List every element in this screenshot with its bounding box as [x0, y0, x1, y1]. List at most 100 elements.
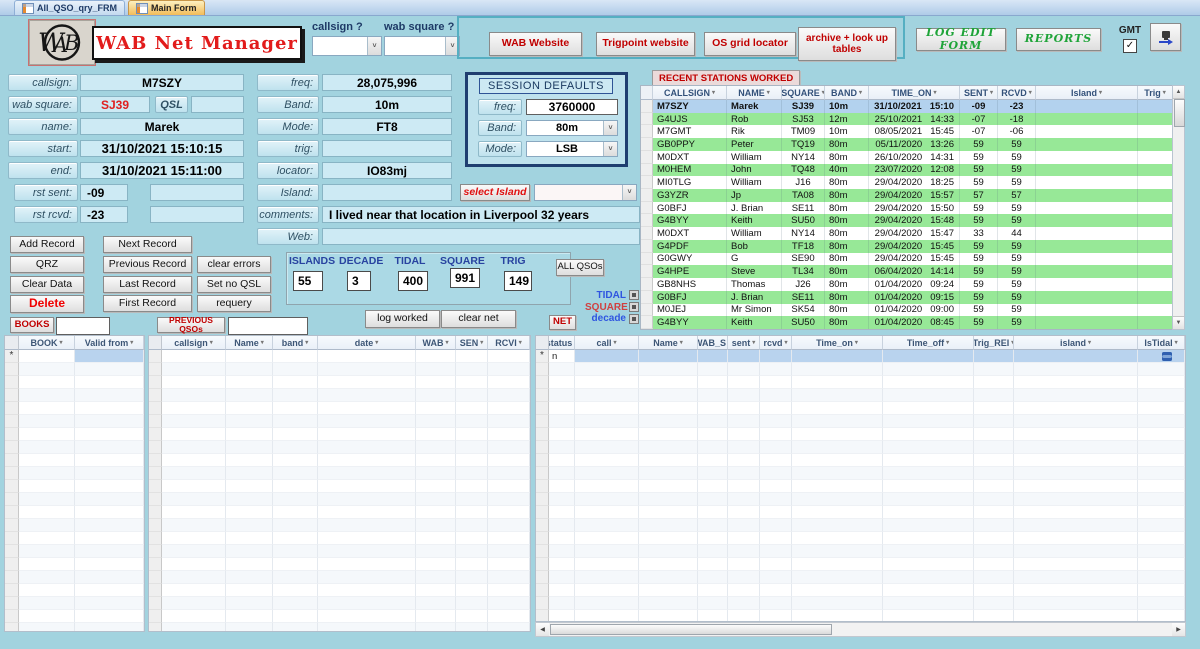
- istidal-checkbox[interactable]: [1162, 352, 1172, 361]
- web-field[interactable]: [322, 228, 640, 245]
- sheet-row[interactable]: [149, 519, 530, 532]
- row-selector[interactable]: [5, 623, 19, 632]
- sheet-row[interactable]: [149, 441, 530, 454]
- column-header[interactable]: band▾: [273, 336, 318, 350]
- row-selector[interactable]: [641, 291, 653, 304]
- recent-column-header[interactable]: TIME_ON▾: [869, 86, 960, 100]
- row-selector[interactable]: [641, 138, 653, 151]
- column-header[interactable]: Valid from▾: [75, 336, 144, 350]
- archive-lookup-tables-button[interactable]: archive + look up tables: [798, 27, 896, 61]
- sheet-row[interactable]: [149, 545, 530, 558]
- row-selector[interactable]: [5, 506, 19, 519]
- filter-arrow-icon[interactable]: ▾: [934, 89, 937, 96]
- qrz-button[interactable]: QRZ: [10, 256, 84, 273]
- column-header[interactable]: SEN▾: [456, 336, 488, 350]
- recent-table-row[interactable]: G4PDFBobTF1880m29/04/202015:455959: [641, 240, 1173, 253]
- row-selector[interactable]: [5, 415, 19, 428]
- row-selector[interactable]: [536, 376, 549, 389]
- filter-arrow-icon[interactable]: ▾: [859, 89, 862, 96]
- row-selector[interactable]: [536, 363, 549, 376]
- sheet-row[interactable]: [5, 623, 144, 632]
- sheet-row[interactable]: [5, 545, 144, 558]
- column-header[interactable]: date▾: [318, 336, 416, 350]
- callsign-field[interactable]: M7SZY: [80, 74, 244, 91]
- sheet-row[interactable]: [149, 610, 530, 623]
- filter-arrow-icon[interactable]: ▾: [519, 339, 522, 346]
- last-record-button[interactable]: Last Record: [103, 276, 192, 293]
- previous-record-button[interactable]: Previous Record: [103, 256, 192, 273]
- net-horizontal-scrollbar[interactable]: ◀ ▶: [535, 622, 1186, 637]
- row-selector[interactable]: [536, 454, 549, 467]
- trigpoint-website-button[interactable]: Trigpoint website: [596, 32, 695, 56]
- books-button[interactable]: BOOKS: [10, 317, 54, 333]
- row-selector[interactable]: [149, 415, 162, 428]
- recent-table-row[interactable]: G4HPESteveTL3480m06/04/202014:145959: [641, 265, 1173, 278]
- filter-arrow-icon[interactable]: ▾: [305, 339, 308, 346]
- column-header[interactable]: Trig_REI▾: [974, 336, 1014, 350]
- sheet-row[interactable]: [536, 519, 1185, 532]
- recent-table-row[interactable]: M0JEJMr SimonSK5480m01/04/202009:005959: [641, 304, 1173, 317]
- row-selector[interactable]: [641, 125, 653, 138]
- row-selector[interactable]: [5, 402, 19, 415]
- name-field[interactable]: Marek: [80, 118, 244, 135]
- sheet-row[interactable]: [5, 428, 144, 441]
- sheet-row[interactable]: [5, 532, 144, 545]
- sheet-row[interactable]: [149, 506, 530, 519]
- scroll-up-icon[interactable]: ▲: [1173, 86, 1184, 99]
- recent-table-row[interactable]: G4UJSRobSJ5312m25/10/202114:33-07-18: [641, 113, 1173, 126]
- mode-field[interactable]: FT8: [322, 118, 452, 135]
- sheet-row[interactable]: [536, 532, 1185, 545]
- island-combo[interactable]: ˅: [534, 184, 637, 201]
- chevron-down-icon[interactable]: ˅: [603, 142, 617, 156]
- row-selector[interactable]: [149, 467, 162, 480]
- sheet-row[interactable]: [149, 415, 530, 428]
- row-selector[interactable]: [641, 304, 653, 317]
- sheet-row[interactable]: [149, 571, 530, 584]
- sheet-row[interactable]: [5, 571, 144, 584]
- sheet-row[interactable]: [149, 363, 530, 376]
- filter-arrow-icon[interactable]: ▾: [261, 339, 264, 346]
- row-selector[interactable]: [536, 402, 549, 415]
- filter-arrow-icon[interactable]: ▾: [1029, 89, 1032, 96]
- column-header[interactable]: Name▾: [639, 336, 698, 350]
- recent-vertical-scrollbar[interactable]: ▲ ▼: [1172, 85, 1185, 330]
- sheet-row[interactable]: [5, 558, 144, 571]
- row-selector[interactable]: [536, 584, 549, 597]
- select-island-button[interactable]: select Island: [460, 184, 530, 201]
- sheet-row[interactable]: [149, 389, 530, 402]
- recent-table-row[interactable]: GB0PPYPeterTQ1980m05/11/202013:265959: [641, 138, 1173, 151]
- filter-arrow-icon[interactable]: ▾: [210, 339, 213, 346]
- scrollbar-thumb[interactable]: [1174, 99, 1185, 127]
- recent-column-header[interactable]: Island▾: [1036, 86, 1138, 100]
- scroll-right-icon[interactable]: ▶: [1172, 623, 1185, 636]
- sheet-row[interactable]: [5, 454, 144, 467]
- session-band-combo[interactable]: 80m ˅: [526, 120, 618, 136]
- row-selector[interactable]: [536, 571, 549, 584]
- row-selector[interactable]: [536, 467, 549, 480]
- row-selector[interactable]: [149, 363, 162, 376]
- row-selector[interactable]: [149, 610, 162, 623]
- sheet-row[interactable]: [149, 376, 530, 389]
- sheet-row[interactable]: [536, 480, 1185, 493]
- recent-table-row[interactable]: M7SZYMarekSJ3910m31/10/202115:10-09-23: [641, 100, 1173, 113]
- sheet-row[interactable]: [536, 402, 1185, 415]
- recent-column-header[interactable]: Trig▾: [1138, 86, 1173, 100]
- sheet-row[interactable]: [536, 363, 1185, 376]
- row-selector[interactable]: [149, 493, 162, 506]
- row-selector[interactable]: [5, 376, 19, 389]
- clear-net-button[interactable]: clear net: [441, 310, 516, 328]
- recent-table-row[interactable]: MI0TLGWilliamJ1680m29/04/202018:255959: [641, 176, 1173, 189]
- sheet-row[interactable]: [149, 402, 530, 415]
- recent-table-row[interactable]: G3YZRJpTA0880m29/04/202015:575757: [641, 189, 1173, 202]
- column-header[interactable]: call▾: [575, 336, 639, 350]
- books-search-input[interactable]: [56, 317, 110, 335]
- column-header[interactable]: WAB▾: [416, 336, 456, 350]
- reports-button[interactable]: REPORTS: [1016, 28, 1101, 51]
- comments-field[interactable]: I lived near that location in Liverpool …: [322, 206, 640, 223]
- sheet-row[interactable]: [5, 363, 144, 376]
- sheet-row[interactable]: [536, 441, 1185, 454]
- start-field[interactable]: 31/10/2021 15:10:15: [80, 140, 244, 157]
- add-record-button[interactable]: Add Record: [10, 236, 84, 253]
- filter-arrow-icon[interactable]: ▾: [946, 339, 949, 346]
- filter-arrow-icon[interactable]: ▾: [785, 339, 788, 346]
